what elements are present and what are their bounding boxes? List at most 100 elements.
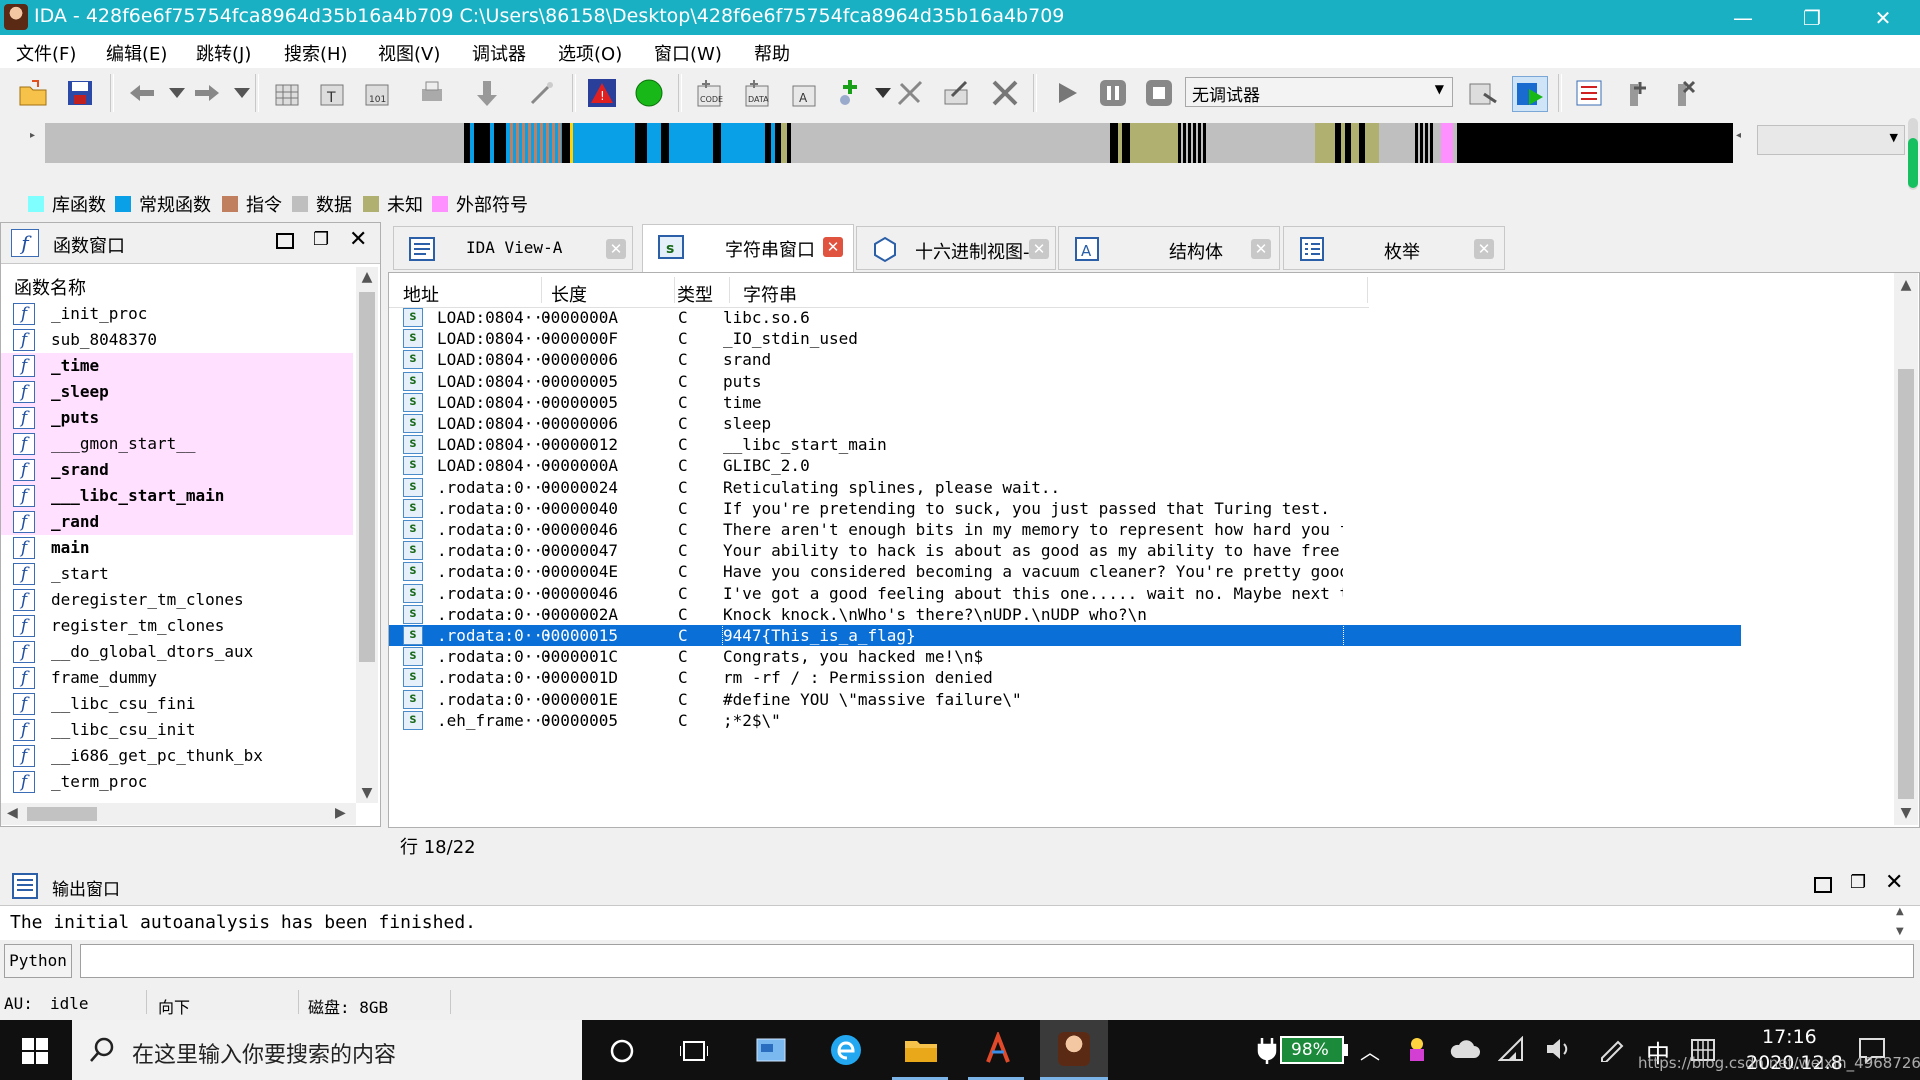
menu-jump[interactable]: 跳转(J): [196, 40, 251, 66]
function-list-item[interactable]: f _start: [1, 561, 353, 587]
nav-dropdown[interactable]: ▼: [1757, 125, 1905, 155]
python-command-input[interactable]: [80, 944, 1914, 978]
warning-icon[interactable]: !: [585, 76, 619, 110]
print-icon[interactable]: [415, 76, 449, 110]
open-folder-icon[interactable]: [16, 76, 50, 110]
string-row[interactable]: LOAD:0804···00000006 Csleep: [389, 412, 1741, 434]
tray-app-icon[interactable]: [1406, 1036, 1428, 1062]
scroll-right-icon[interactable]: ▶: [335, 805, 346, 821]
pause-icon[interactable]: [1096, 76, 1130, 110]
menu-search[interactable]: 搜索(H): [284, 40, 348, 66]
green-circle-icon[interactable]: [632, 76, 666, 110]
close-tab-icon[interactable]: ✕: [1251, 239, 1271, 259]
ida-active-window-button[interactable]: [1040, 1020, 1108, 1080]
string-row[interactable]: .rodata:0···00000046 C There aren't enough…: [389, 518, 1741, 540]
scroll-up-icon[interactable]: ▲: [356, 269, 378, 285]
function-list-item[interactable]: f register_tm_clones: [1, 613, 353, 639]
function-list-item[interactable]: f ___gmon_start__: [1, 431, 353, 457]
minimize-button[interactable]: —: [1715, 0, 1771, 35]
close-tab-icon[interactable]: ✕: [823, 237, 843, 257]
string-row[interactable]: .rodata:0···0000004E C Have you considered…: [389, 560, 1741, 582]
function-list-item[interactable]: f __libc_csu_init: [1, 717, 353, 743]
string-row[interactable]: .rodata:0···0000001E C #define YOU \"massi…: [389, 688, 1741, 710]
close-tab-icon[interactable]: ✕: [606, 239, 626, 259]
type-column-header[interactable]: 类型: [677, 281, 713, 307]
control-panel-icon[interactable]: [756, 1036, 786, 1064]
function-list-item[interactable]: f _puts: [1, 405, 353, 431]
breakpoints-icon[interactable]: [1572, 76, 1606, 110]
nav-right-arrow-icon[interactable]: ◂: [1736, 130, 1741, 141]
function-list-item[interactable]: f __i686_get_pc_thunk_bx: [1, 743, 353, 769]
string-icon[interactable]: A: [787, 76, 821, 110]
forward-arrow-icon[interactable]: [190, 76, 224, 110]
maximize-panel-icon[interactable]: [1814, 877, 1832, 893]
chevron-down-icon[interactable]: [160, 76, 194, 110]
edge-browser-icon[interactable]: [830, 1034, 862, 1066]
text-search-icon[interactable]: T: [315, 76, 349, 110]
play-icon[interactable]: [1050, 76, 1084, 110]
string-row[interactable]: .rodata:0···00000046 C I've got a good fee…: [389, 582, 1741, 604]
nav-left-arrow-icon[interactable]: ▸: [30, 130, 35, 141]
wifi-icon[interactable]: [1498, 1036, 1526, 1062]
navigation-bar[interactable]: [45, 123, 1733, 163]
power-plug-icon[interactable]: [1256, 1036, 1278, 1064]
menu-file[interactable]: 文件(F): [16, 40, 76, 66]
string-row[interactable]: .rodata:0···00000047 C Your ability to hac…: [389, 539, 1741, 561]
taskbar-time[interactable]: 17:16: [1762, 1026, 1817, 1048]
onedrive-cloud-icon[interactable]: [1450, 1038, 1480, 1060]
edit-icon[interactable]: [940, 76, 974, 110]
down-arrow-icon[interactable]: [470, 76, 504, 110]
string-row[interactable]: .rodata:0···0000002A C Knock knock.\nWho's…: [389, 603, 1741, 625]
task-view-icon[interactable]: [680, 1038, 708, 1064]
maximize-button[interactable]: ❐: [1784, 0, 1840, 35]
maximize-panel-icon[interactable]: [276, 233, 294, 249]
string-row[interactable]: .eh_frame···00000005 C ;*2$\": [389, 709, 1741, 731]
scroll-up-icon[interactable]: ▲: [1896, 906, 1904, 917]
length-column-header[interactable]: 长度: [551, 281, 587, 307]
windows-start-icon[interactable]: [22, 1038, 48, 1064]
menu-window[interactable]: 窗口(W): [654, 40, 722, 66]
python-button[interactable]: Python: [4, 944, 72, 978]
function-name-column-header[interactable]: 函数名称: [14, 274, 86, 300]
string-row[interactable]: LOAD:0804···00000005 Ctime: [389, 391, 1741, 413]
menu-debugger[interactable]: 调试器: [472, 40, 526, 66]
function-list-item[interactable]: f _time: [1, 353, 353, 379]
volume-icon[interactable]: [1544, 1036, 1572, 1062]
address-column-header[interactable]: 地址: [403, 281, 439, 307]
string-row[interactable]: LOAD:0804···00000006 Csrand: [389, 348, 1741, 370]
function-list-item[interactable]: f __do_global_dtors_aux: [1, 639, 353, 665]
string-column-header[interactable]: 字符串: [743, 281, 797, 307]
nav-scroll-indicator[interactable]: [1908, 138, 1918, 188]
remove-breakpoint-icon[interactable]: [1666, 76, 1700, 110]
taskbar-search-box[interactable]: 在这里输入你要搜索的内容: [72, 1020, 582, 1080]
scroll-left-icon[interactable]: ◀: [7, 805, 18, 821]
scroll-thumb[interactable]: [1898, 369, 1914, 799]
string-row[interactable]: LOAD:0804···00000012 C __libc_start_main: [389, 433, 1741, 455]
function-list-item[interactable]: f _term_proc: [1, 769, 353, 795]
function-list-item[interactable]: f main: [1, 535, 353, 561]
pen-icon[interactable]: [1598, 1036, 1624, 1062]
scroll-down-icon[interactable]: ▼: [356, 785, 378, 801]
back-arrow-icon[interactable]: [125, 76, 159, 110]
binary-grid-icon[interactable]: [270, 76, 304, 110]
string-row[interactable]: .rodata:0···0000001D Crm -rf / : Permissi…: [389, 666, 1741, 688]
menu-view[interactable]: 视图(V): [378, 40, 440, 66]
string-row[interactable]: LOAD:0804···00000005 Cputs: [389, 370, 1741, 392]
close-tab-icon[interactable]: ✕: [1474, 239, 1494, 259]
functions-hscrollbar[interactable]: ◀ ▶: [1, 803, 356, 825]
tab-ida-view-a[interactable]: IDA View-A ✕: [393, 226, 633, 270]
scroll-thumb[interactable]: [359, 292, 375, 662]
wand-icon[interactable]: [525, 76, 559, 110]
function-list-item[interactable]: f __libc_csu_fini: [1, 691, 353, 717]
chevron-down-icon[interactable]: [225, 76, 259, 110]
output-text-area[interactable]: The initial autoanalysis has been finish…: [0, 905, 1920, 941]
hex-search-icon[interactable]: 101: [360, 76, 394, 110]
string-row[interactable]: LOAD:0804···0000000A C GLIBC_2.0: [389, 454, 1741, 476]
function-list-item[interactable]: f deregister_tm_clones: [1, 587, 353, 613]
cortana-icon[interactable]: [609, 1038, 635, 1064]
string-row[interactable]: .rodata:0···00000015 C 9447{This_is_a_flag…: [389, 624, 1741, 647]
function-list-item[interactable]: f _rand: [1, 509, 353, 535]
file-explorer-icon[interactable]: [904, 1036, 938, 1064]
string-row[interactable]: LOAD:0804···0000000A Clibc.so.6: [389, 307, 1741, 328]
data-icon[interactable]: DATA: [740, 76, 774, 110]
